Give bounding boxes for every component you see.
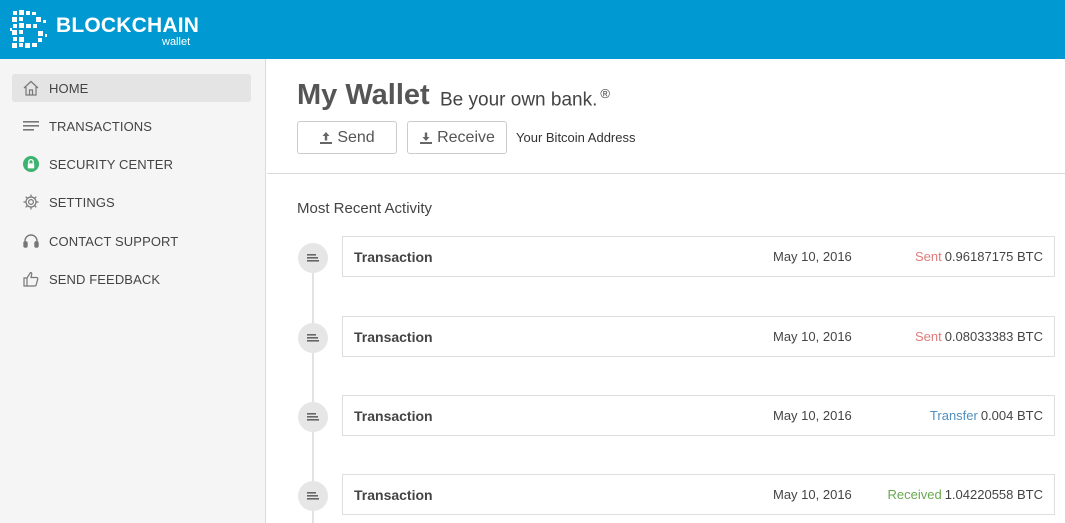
thumbs-up-icon [21,269,41,289]
sidebar-item-transactions[interactable]: TRANSACTIONS [12,112,251,140]
sidebar-item-home[interactable]: HOME [12,74,251,102]
transaction-row[interactable]: Transaction May 10, 2016 Sent 0.96187175 … [342,236,1055,277]
headset-icon [21,231,41,251]
transaction-date: May 10, 2016 [773,487,852,502]
brand-name: BLOCKCHAIN [56,14,200,37]
transaction-amount-group: Sent 0.96187175 BTC [915,249,1043,264]
receive-button[interactable]: Receive [407,121,507,154]
sidebar-item-label: SECURITY CENTER [49,156,174,172]
transaction-status: Transfer [929,408,978,423]
transaction-date: May 10, 2016 [773,329,852,344]
transaction-status: Sent [914,329,942,344]
transaction-amount: 0.96187175 BTC [944,249,1043,264]
transaction-icon [307,492,319,500]
sidebar-item-label: SEND FEEDBACK [49,271,161,287]
sidebar-item-label: TRANSACTIONS [49,118,153,134]
home-icon [21,78,41,98]
transaction-amount: 1.04220558 BTC [944,487,1043,502]
transactions-icon [21,116,41,136]
timeline-dot [298,402,328,432]
blockchain-logo-icon [10,10,47,48]
transaction-status: Received [887,487,942,502]
transaction-date: May 10, 2016 [773,249,852,264]
lock-icon [21,154,41,174]
transaction-icon [307,254,319,262]
transaction-title: Transaction [354,487,433,503]
transaction-amount: 0.004 BTC [980,408,1043,423]
download-icon [420,132,433,144]
transaction-amount-group: Sent 0.08033383 BTC [915,329,1043,344]
sidebar-item-security-center[interactable]: SECURITY CENTER [12,150,251,178]
sidebar-item-label: HOME [49,80,89,96]
transaction-row[interactable]: Transaction May 10, 2016 Transfer 0.004 B… [342,395,1055,436]
timeline-dot [298,481,328,511]
transaction-title: Transaction [354,408,433,424]
timeline-dot [298,323,328,353]
registered-mark: ® [600,86,610,101]
top-bar: BLOCKCHAIN wallet [0,0,1065,59]
transaction-icon [307,413,319,421]
send-button[interactable]: Send [297,121,397,154]
transaction-amount: 0.08033383 BTC [944,329,1043,344]
receive-button-label: Receive [437,128,495,146]
transaction-amount-group: Transfer 0.004 BTC [930,408,1043,423]
transaction-icon [307,334,319,342]
bitcoin-address-link[interactable]: Your Bitcoin Address [516,130,635,145]
header-divider [267,173,1065,174]
transaction-amount-group: Received 1.04220558 BTC [888,487,1044,502]
send-button-label: Send [337,128,375,146]
page-tagline: Be your own bank. ® [440,86,610,111]
transaction-row[interactable]: Transaction May 10, 2016 Sent 0.08033383 … [342,316,1055,357]
sidebar: HOME TRANSACTIONS SECURITY CENTER SETTIN… [0,59,266,523]
tagline-text: Be your own bank. [440,89,598,111]
gear-icon [21,192,41,212]
transaction-status: Sent [914,249,942,264]
sidebar-item-label: SETTINGS [49,194,115,210]
activity-title: Most Recent Activity [297,200,433,217]
sidebar-item-settings[interactable]: SETTINGS [12,188,251,216]
upload-icon [320,131,333,144]
transaction-title: Transaction [354,249,433,265]
sidebar-item-send-feedback[interactable]: SEND FEEDBACK [12,265,251,293]
transaction-title: Transaction [354,329,433,345]
sidebar-item-contact-support[interactable]: CONTACT SUPPORT [12,227,251,255]
main-content: My Wallet Be your own bank. ® Send Receiv… [267,59,1065,523]
transaction-row[interactable]: Transaction May 10, 2016 Received 1.04220… [342,474,1055,515]
transaction-date: May 10, 2016 [773,408,852,423]
timeline-dot [298,243,328,273]
sidebar-item-label: CONTACT SUPPORT [49,233,179,249]
page-title: My Wallet [297,79,430,111]
brand-subtitle: wallet [162,36,191,48]
